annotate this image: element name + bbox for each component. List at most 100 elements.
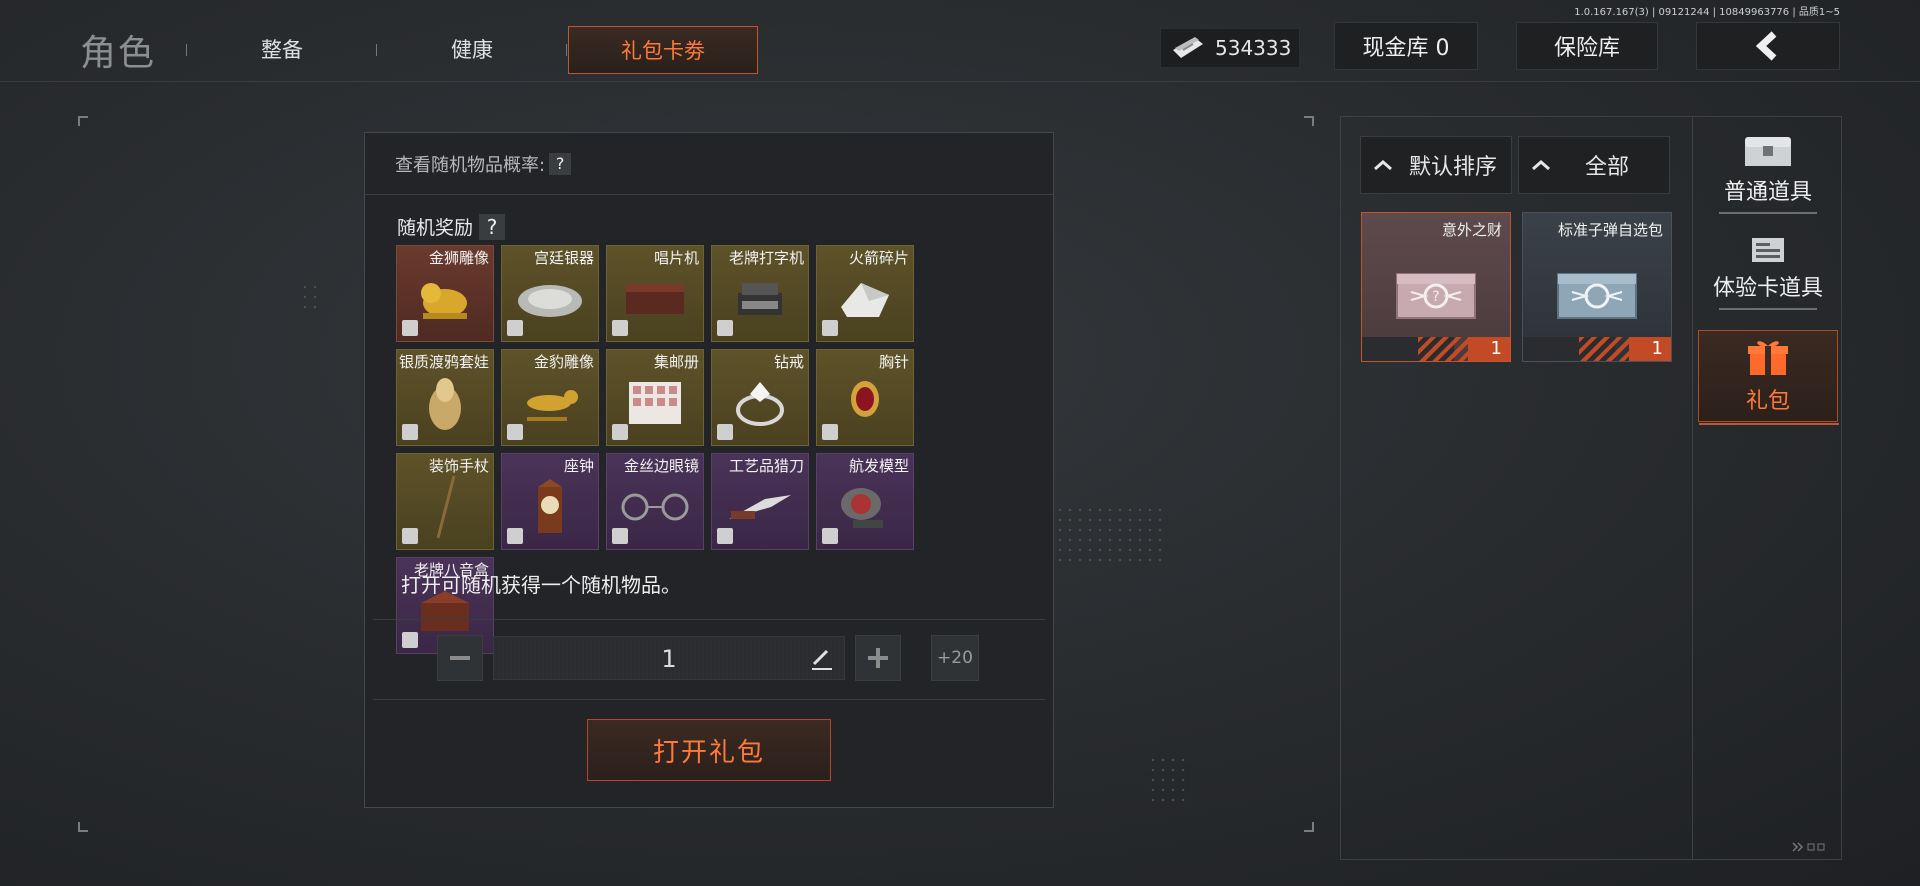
item-name: 座钟	[563, 457, 594, 475]
decor-dots	[300, 282, 324, 312]
corner-bracket	[1304, 116, 1314, 126]
tab-separator	[376, 44, 377, 56]
category-label: 礼包	[1745, 389, 1790, 414]
tab-equipment[interactable]: 整备	[220, 26, 344, 74]
quantity-input[interactable]: 1	[493, 636, 845, 680]
page-indicator	[1792, 842, 1826, 855]
item-name: 金丝边眼镜	[623, 457, 699, 475]
item-image	[835, 277, 895, 325]
tab-separator	[566, 44, 567, 56]
ammo-crate-icon	[1557, 272, 1637, 319]
reward-item[interactable]: 钻戒	[711, 349, 809, 446]
item-image	[425, 374, 465, 436]
reward-item[interactable]: 金豹雕像	[501, 349, 599, 446]
reward-item[interactable]: 唱片机	[606, 245, 704, 342]
card-stripes	[1418, 337, 1468, 361]
card-count: 1	[1468, 337, 1510, 361]
card-name: 标准子弹自选包	[1557, 221, 1663, 239]
decor-dots	[1148, 755, 1192, 805]
reward-item[interactable]: 银质渡鸦套娃	[396, 349, 494, 446]
open-gift-button[interactable]: 打开礼包	[587, 719, 831, 781]
item-name: 工艺品猎刀	[728, 457, 804, 475]
category-label: 体验卡道具	[1712, 276, 1823, 301]
reward-item[interactable]: 金丝边眼镜	[606, 453, 704, 550]
reward-item[interactable]: 宫廷银器	[501, 245, 599, 342]
item-image	[623, 378, 687, 432]
money-amount: 534333	[1215, 36, 1292, 60]
sort-dropdown[interactable]: 默认排序	[1360, 136, 1512, 194]
tab-health[interactable]: 健康	[410, 26, 534, 74]
sort-label: 默认排序	[1409, 155, 1498, 180]
pencil-icon[interactable]	[810, 647, 834, 671]
item-name: 唱片机	[653, 249, 699, 267]
reward-help-button[interactable]: ?	[479, 213, 506, 240]
reward-item[interactable]: 火箭碎片	[816, 245, 914, 342]
probability-help-button[interactable]: ?	[549, 152, 572, 175]
reward-item[interactable]: 老牌打字机	[711, 245, 809, 342]
reward-item[interactable]: 工艺品猎刀	[711, 453, 809, 550]
reward-item[interactable]: 胸针	[816, 349, 914, 446]
category-gift-packs[interactable]: 礼包	[1698, 330, 1839, 425]
item-image	[415, 277, 475, 325]
item-image	[730, 378, 790, 432]
item-type-icon	[612, 424, 628, 440]
minus-icon	[450, 656, 470, 660]
corner-bracket	[78, 116, 88, 126]
inventory-divider	[1692, 116, 1693, 860]
category-label: 普通道具	[1723, 180, 1812, 205]
category-normal-items[interactable]: 普通道具	[1698, 134, 1838, 230]
cash-store-button[interactable]: 现金库 0	[1334, 22, 1478, 70]
item-image	[622, 280, 688, 322]
inventory-card[interactable]: 标准子弹自选包 1	[1522, 212, 1672, 362]
item-type-icon	[612, 320, 628, 336]
item-name: 老牌打字机	[728, 249, 804, 267]
item-name: 胸针	[878, 353, 909, 371]
filter-label: 全部	[1585, 155, 1630, 180]
reward-item[interactable]: 集邮册	[606, 349, 704, 446]
gift-icon	[1748, 341, 1788, 375]
decrease-button[interactable]	[437, 635, 483, 681]
chevron-left-icon	[1755, 31, 1777, 61]
chevron-up-icon	[1532, 160, 1550, 171]
reward-item[interactable]: 金狮雕像	[396, 245, 494, 342]
filter-dropdown[interactable]: 全部	[1518, 136, 1670, 194]
card-count: 1	[1629, 337, 1671, 361]
plus-20-button[interactable]: +20	[931, 635, 979, 681]
item-image	[617, 492, 693, 526]
item-name: 金豹雕像	[533, 353, 594, 371]
increase-button[interactable]	[855, 635, 901, 681]
item-type-icon	[717, 528, 733, 544]
divider	[373, 619, 1045, 620]
category-trial-cards[interactable]: 体验卡道具	[1698, 236, 1838, 332]
item-type-icon	[822, 528, 838, 544]
back-button[interactable]	[1696, 22, 1840, 70]
chest-icon	[1745, 137, 1791, 166]
item-image	[725, 489, 795, 529]
corner-bracket	[1304, 822, 1314, 832]
item-image	[732, 279, 788, 323]
plus-icon	[868, 648, 888, 668]
item-name: 集邮册	[653, 353, 699, 371]
inventory-card[interactable]: 意外之财 ? 1	[1361, 212, 1511, 362]
reward-item[interactable]: 装饰手杖	[396, 453, 494, 550]
item-image	[530, 477, 570, 541]
item-type-icon	[507, 320, 523, 336]
svg-text:?: ?	[1432, 289, 1439, 305]
card-name: 意外之财	[1441, 221, 1502, 239]
tab-gift-cards[interactable]: 礼包卡劵	[568, 26, 758, 74]
item-name: 宫廷银器	[533, 249, 594, 267]
item-name: 航发模型	[848, 457, 909, 475]
reward-item[interactable]: 座钟	[501, 453, 599, 550]
item-type-icon	[612, 528, 628, 544]
item-name: 钻戒	[773, 353, 804, 371]
item-type-icon	[507, 528, 523, 544]
safe-button[interactable]: 保险库	[1516, 22, 1658, 70]
item-type-icon	[402, 528, 418, 544]
item-type-icon	[822, 424, 838, 440]
item-type-icon	[717, 424, 733, 440]
reward-item[interactable]: 航发模型	[816, 453, 914, 550]
item-type-icon	[717, 320, 733, 336]
item-type-icon	[402, 632, 418, 648]
reward-label: 随机奖励	[397, 217, 474, 239]
cash-icon	[1173, 37, 1203, 58]
